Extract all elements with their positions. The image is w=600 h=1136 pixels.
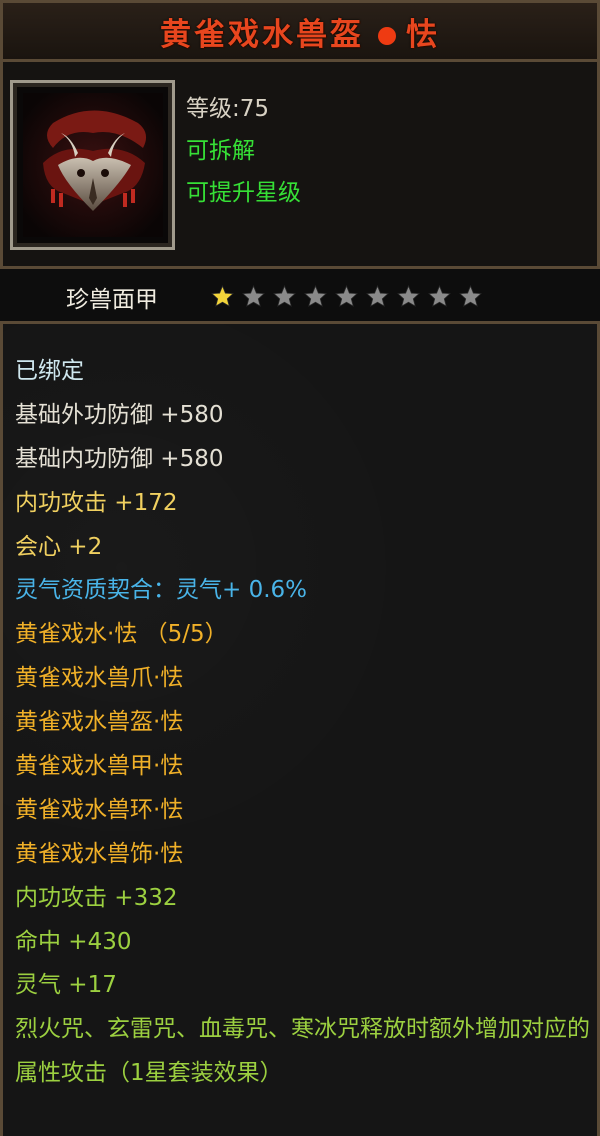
item-info: 等级:75 可拆解 可提升星级 <box>186 88 301 214</box>
star-rating <box>210 285 489 307</box>
inner-attack: 内功攻击 +172 <box>15 489 178 516</box>
star-empty-icon <box>397 285 420 307</box>
star-empty-icon <box>366 285 389 307</box>
star-empty-icon <box>335 285 358 307</box>
star-empty-icon <box>242 285 265 307</box>
bound-status: 已绑定 <box>15 358 84 384</box>
upgrade-star-status: 可提升星级 <box>186 180 301 206</box>
item-header: 等级:75 可拆解 可提升星级 <box>0 62 600 269</box>
item-tooltip: 黄雀戏水兽盔 怯 等级:75 可拆解 可提升星级 珍兽面甲 已绑定 基础外功防御 … <box>0 0 600 1136</box>
item-type-name: 珍兽面甲 <box>66 287 158 313</box>
item-title: 黄雀戏水兽盔 怯 <box>160 9 440 54</box>
star-empty-icon <box>428 285 451 307</box>
quality-dot-icon <box>378 27 396 45</box>
set-name: 黄雀戏水·怯 （5/5） <box>15 621 228 648</box>
star-empty-icon <box>459 285 482 307</box>
set-inner-attack: 内功攻击 +332 <box>15 884 178 911</box>
item-title-name: 黄雀戏水兽盔 <box>160 16 364 53</box>
set-piece: 黄雀戏水兽甲·怯 <box>15 753 184 780</box>
star-empty-icon <box>304 285 327 307</box>
item-title-suffix: 怯 <box>406 16 440 53</box>
set-piece: 黄雀戏水兽环·怯 <box>15 796 184 823</box>
critical: 会心 +2 <box>15 533 103 560</box>
spirit-bonus: 灵气资质契合：灵气+ 0.6% <box>15 577 308 604</box>
dismantle-status: 可拆解 <box>186 138 255 164</box>
item-level: 等级:75 <box>186 96 270 122</box>
set-spirit: 灵气 +17 <box>15 972 117 999</box>
set-effect-description: 烈火咒、玄雷咒、血毒咒、寒冰咒释放时额外增加对应的属性攻击（1星套装效果） <box>15 1016 590 1087</box>
base-outer-defense: 基础外功防御 +580 <box>15 401 224 428</box>
star-empty-icon <box>273 285 296 307</box>
set-piece: 黄雀戏水兽盔·怯 <box>15 709 184 736</box>
beast-helmet-icon <box>23 93 163 237</box>
attribute-panel: 已绑定 基础外功防御 +580 基础内功防御 +580 内功攻击 +172 会心… <box>0 321 600 1136</box>
base-inner-defense: 基础内功防御 +580 <box>15 445 224 472</box>
set-piece: 黄雀戏水兽爪·怯 <box>15 665 184 692</box>
star-filled-icon <box>211 285 234 307</box>
set-piece: 黄雀戏水兽饰·怯 <box>15 840 184 867</box>
set-hit: 命中 +430 <box>15 928 132 955</box>
item-icon-frame <box>10 80 175 250</box>
item-subtitle: 珍兽面甲 <box>0 269 600 321</box>
title-bar: 黄雀戏水兽盔 怯 <box>0 0 600 62</box>
